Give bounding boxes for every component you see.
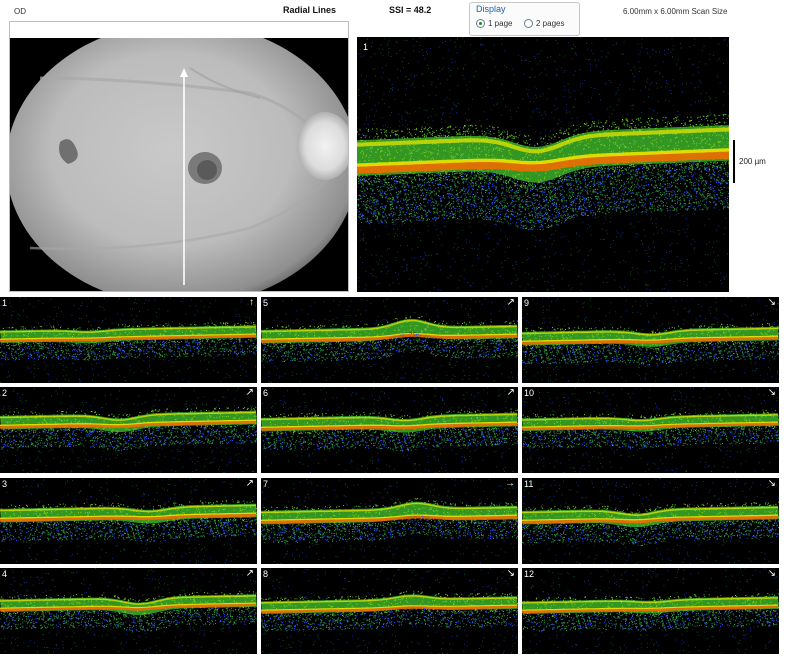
bscan-thumbnail-image xyxy=(261,478,518,564)
radio-selected-icon[interactable] xyxy=(476,18,485,28)
bscan-thumbnail-image xyxy=(522,478,779,564)
scale-bar xyxy=(733,140,735,183)
display-2-pages-label: 2 pages xyxy=(536,19,564,28)
bscan-thumbnail[interactable]: 6 ↗ xyxy=(261,387,518,473)
bscan-thumbnail[interactable]: 9 ↘ xyxy=(522,297,779,383)
bscan-thumbnail-image xyxy=(261,297,518,383)
thumbnail-number: 6 xyxy=(263,388,268,398)
arrow-icon: ↗ xyxy=(246,478,254,489)
bscan-thumbnail-image xyxy=(261,568,518,654)
thumbnail-number: 7 xyxy=(263,479,268,489)
thumbnail-number: 5 xyxy=(263,298,268,308)
bscan-thumbnail[interactable]: 11 ↘ xyxy=(522,478,779,564)
display-1-page-radio[interactable]: 1 page xyxy=(476,17,512,29)
fundus-image-panel xyxy=(9,21,349,292)
display-options-group: Display 1 page 2 pages xyxy=(469,2,580,36)
arrow-icon: ↗ xyxy=(246,387,254,398)
arrow-icon: ↘ xyxy=(507,568,515,579)
arrow-icon: ↗ xyxy=(507,387,515,398)
arrow-icon: ↘ xyxy=(768,387,776,398)
bscan-thumbnail[interactable]: 12 ↘ xyxy=(522,568,779,654)
arrow-icon: ↗ xyxy=(507,297,515,308)
main-bscan[interactable] xyxy=(357,37,729,292)
bscan-thumbnail-image xyxy=(0,568,257,654)
thumbnail-number: 10 xyxy=(524,388,534,398)
bscan-thumbnail-image xyxy=(0,387,257,473)
arrow-icon: ↘ xyxy=(768,568,776,579)
bscan-thumbnail-image xyxy=(522,387,779,473)
bscan-thumbnail[interactable]: 3 ↗ xyxy=(0,478,257,564)
bscan-thumbnail-image xyxy=(261,387,518,473)
bscan-thumbnail[interactable]: 4 ↗ xyxy=(0,568,257,654)
arrow-icon: ↘ xyxy=(768,478,776,489)
arrow-icon: → xyxy=(505,478,515,489)
thumbnail-number: 11 xyxy=(524,479,533,489)
bscan-thumbnail-image xyxy=(522,297,779,383)
fundus-image[interactable] xyxy=(10,38,348,291)
thumbnail-number: 9 xyxy=(524,298,529,308)
thumbnail-number: 4 xyxy=(2,569,7,579)
bscan-thumbnail[interactable]: 7 → xyxy=(261,478,518,564)
radio-unselected-icon[interactable] xyxy=(524,18,533,28)
main-scan-number: 1 xyxy=(363,42,368,52)
bscan-thumbnail[interactable]: 2 ↗ xyxy=(0,387,257,473)
scan-size-label: 6.00mm x 6.00mm Scan Size xyxy=(623,7,727,16)
display-2-pages-radio[interactable]: 2 pages xyxy=(524,17,564,29)
bscan-thumbnail[interactable]: 10 ↘ xyxy=(522,387,779,473)
thumbnail-number: 3 xyxy=(2,479,7,489)
bscan-thumbnail-image xyxy=(0,297,257,383)
thumbnail-number: 12 xyxy=(524,569,534,579)
bscan-thumbnail[interactable]: 1 ↑ xyxy=(0,297,257,383)
thumbnail-number: 8 xyxy=(263,569,268,579)
arrow-icon: ↗ xyxy=(246,568,254,579)
main-bscan-image xyxy=(357,37,729,292)
thumbnail-number: 2 xyxy=(2,388,7,398)
eye-label: OD xyxy=(14,7,26,16)
thumbnail-number: 1 xyxy=(2,298,7,308)
display-1-page-label: 1 page xyxy=(488,19,512,28)
scan-type-label: Radial Lines xyxy=(283,5,336,15)
fundus-title-strip xyxy=(10,22,348,39)
arrow-icon: ↑ xyxy=(249,297,254,308)
bscan-thumbnail[interactable]: 5 ↗ xyxy=(261,297,518,383)
bscan-thumbnail-image xyxy=(522,568,779,654)
display-title: Display xyxy=(476,4,506,14)
arrow-icon: ↘ xyxy=(768,297,776,308)
bscan-thumbnail-image xyxy=(0,478,257,564)
scale-bar-label: 200 µm xyxy=(739,157,766,166)
bscan-thumbnail[interactable]: 8 ↘ xyxy=(261,568,518,654)
ssi-label: SSI = 48.2 xyxy=(389,5,431,15)
